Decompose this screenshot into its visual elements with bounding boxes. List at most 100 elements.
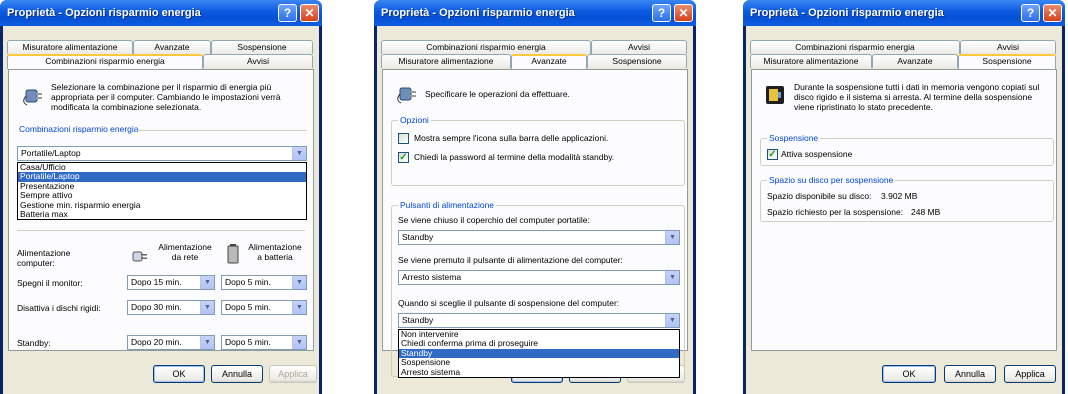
chevron-down-icon[interactable]: ▼ (200, 336, 214, 349)
disks-off-battery-select[interactable]: Dopo 5 min. ▼ (221, 300, 307, 315)
tab-power-schemes[interactable]: Combinazioni risparmio energia (7, 54, 203, 69)
password-checkbox[interactable]: ✓ (398, 152, 409, 163)
apply-button[interactable]: Applica (269, 365, 317, 383)
tab-advanced[interactable]: Avanzate (511, 54, 587, 69)
tab-power-meter[interactable]: Misuratore alimentazione (750, 54, 872, 68)
power-options-window-hibernate: Proprietà - Opzioni risparmio energia ? … (743, 0, 1065, 394)
chevron-down-icon[interactable]: ▼ (292, 336, 306, 349)
battery-icon (227, 244, 239, 264)
dropdown-option[interactable]: Arresto sistema (399, 367, 679, 377)
hibernate-icon (766, 86, 784, 104)
chevron-down-icon[interactable]: ▼ (665, 231, 679, 244)
close-button[interactable]: ✕ (674, 4, 693, 22)
dropdown-option[interactable]: Batteria max (18, 209, 306, 219)
standby-ac-value: Dopo 20 min. (131, 337, 182, 347)
power-button-select[interactable]: Arresto sistema ▼ (398, 270, 680, 285)
close-button[interactable]: ✕ (300, 4, 319, 22)
dropdown-option[interactable]: Chiedi conferma prima di proseguire (399, 338, 679, 348)
power-button-value: Arresto sistema (402, 272, 462, 282)
monitor-off-label: Spegni il monitor: (17, 278, 83, 288)
tab-hibernate[interactable]: Sospensione (211, 40, 313, 54)
monitor-off-ac-select[interactable]: Dopo 15 min. ▼ (127, 275, 215, 290)
lid-close-select[interactable]: Standby ▼ (398, 230, 680, 245)
power-buttons-group: Pulsanti di alimentazione Se viene chius… (391, 200, 685, 379)
dialog-client: Misuratore alimentazione Avanzate Sospen… (3, 26, 319, 394)
group-separator (137, 130, 307, 131)
ac-plug-icon (132, 251, 147, 262)
cancel-button[interactable]: Annulla (211, 365, 263, 383)
required-space-value: 248 MB (911, 207, 941, 217)
password-label: Chiedi la password al termine della moda… (414, 152, 615, 162)
disks-off-ac-select[interactable]: Dopo 30 min. ▼ (127, 300, 215, 315)
cancel-button[interactable]: Annulla (944, 365, 996, 383)
close-button[interactable]: ✕ (1043, 4, 1062, 22)
schemes-group-label: Combinazioni risparmio energia (17, 124, 141, 134)
power-scheme-select[interactable]: Portatile/Laptop ▼ (17, 146, 307, 161)
tab-alarms[interactable]: Avvisi (591, 40, 687, 54)
tab-hibernate[interactable]: Sospensione (958, 54, 1056, 69)
power-scheme-value: Portatile/Laptop (21, 148, 81, 158)
power-buttons-group-label: Pulsanti di alimentazione (398, 200, 497, 210)
lid-close-label: Se viene chiuso il coperchio del compute… (398, 215, 590, 225)
battery-power-label: Alimentazione a batteria (248, 242, 302, 262)
title-bar: Proprietà - Opzioni risparmio energia (374, 0, 696, 26)
free-space-value: 3.902 MB (881, 191, 918, 201)
tab-alarms[interactable]: Avvisi (203, 54, 313, 68)
sleep-button-select[interactable]: Standby ▼ (398, 313, 680, 328)
disks-off-battery-value: Dopo 5 min. (225, 302, 271, 312)
power-options-window-advanced: Proprietà - Opzioni risparmio energia ? … (374, 0, 696, 394)
show-icon-checkbox[interactable] (398, 133, 409, 144)
chevron-down-icon[interactable]: ▼ (665, 314, 679, 327)
chevron-down-icon[interactable]: ▼ (292, 301, 306, 314)
tab-advanced[interactable]: Avanzate (133, 40, 211, 54)
ok-button[interactable]: OK (153, 365, 205, 383)
chevron-down-icon[interactable]: ▼ (292, 147, 306, 160)
sleep-button-label: Quando si sceglie il pulsante di sospens… (398, 298, 620, 308)
ok-button[interactable]: OK (882, 365, 936, 383)
monitor-off-battery-value: Dopo 5 min. (225, 277, 271, 287)
tab-power-meter[interactable]: Misuratore alimentazione (381, 54, 511, 68)
standby-ac-select[interactable]: Dopo 20 min. ▼ (127, 335, 215, 350)
hibernate-description: Durante la sospensione tutti i dati in m… (794, 82, 1040, 112)
help-button[interactable]: ? (1021, 4, 1040, 22)
apply-button[interactable]: Applica (1004, 365, 1056, 383)
tab-power-schemes[interactable]: Combinazioni risparmio energia (750, 40, 960, 54)
required-space-label: Spazio richiesto per la sospensione: (767, 207, 904, 217)
chevron-down-icon[interactable]: ▼ (292, 276, 306, 289)
standby-battery-select[interactable]: Dopo 5 min. ▼ (221, 335, 307, 350)
tab-power-meter[interactable]: Misuratore alimentazione (7, 40, 133, 54)
tab-row-front: Combinazioni risparmio energia Avvisi (7, 54, 315, 69)
free-space-label: Spazio disponibile su disco: (767, 191, 872, 201)
chevron-down-icon[interactable]: ▼ (665, 271, 679, 284)
dialog-client: Combinazioni risparmio energia Avvisi Mi… (746, 26, 1062, 394)
hibernate-group: Sospensione ✓ Attiva sospensione (760, 133, 1054, 166)
tab-panel: Selezionare la combinazione per il rispa… (8, 69, 314, 351)
monitor-off-battery-select[interactable]: Dopo 5 min. ▼ (221, 275, 307, 290)
help-button[interactable]: ? (278, 4, 297, 22)
settings-separator (17, 230, 305, 231)
sleep-button-value: Standby (402, 315, 434, 325)
tab-advanced[interactable]: Avanzate (872, 54, 958, 68)
power-plug-icon (23, 89, 42, 106)
tab-hibernate[interactable]: Sospensione (587, 54, 687, 68)
tab-power-schemes[interactable]: Combinazioni risparmio energia (381, 40, 591, 54)
options-group-label: Opzioni (398, 115, 431, 125)
power-plug-icon (397, 87, 416, 104)
tab-row-front: Misuratore alimentazione Avanzate Sospen… (750, 54, 1058, 69)
hibernate-group-label: Sospensione (767, 133, 821, 143)
tab-row-front: Misuratore alimentazione Avanzate Sospen… (381, 54, 689, 69)
chevron-down-icon[interactable]: ▼ (200, 276, 214, 289)
enable-hibernate-checkbox[interactable]: ✓ (767, 149, 778, 160)
sleep-button-dropdown[interactable]: Non intervenire Chiedi conferma prima di… (398, 329, 680, 379)
options-group: Opzioni Mostra sempre l'icona sulla barr… (391, 115, 685, 186)
dialog-client: Combinazioni risparmio energia Avvisi Mi… (377, 26, 693, 394)
disks-off-label: Disattiva i dischi rigidi: (17, 303, 101, 313)
power-scheme-dropdown[interactable]: Casa/Ufficio Portatile/Laptop Presentazi… (17, 162, 307, 221)
ac-power-label: Alimentazione da rete (158, 242, 212, 262)
tab-alarms[interactable]: Avvisi (960, 40, 1056, 54)
power-button-label: Se viene premuto il pulsante di alimenta… (398, 255, 623, 265)
help-button[interactable]: ? (652, 4, 671, 22)
show-icon-label: Mostra sempre l'icona sulla barra delle … (414, 133, 609, 143)
chevron-down-icon[interactable]: ▼ (200, 301, 214, 314)
tab-panel: Specificare le operazioni da effettuare.… (382, 69, 688, 379)
